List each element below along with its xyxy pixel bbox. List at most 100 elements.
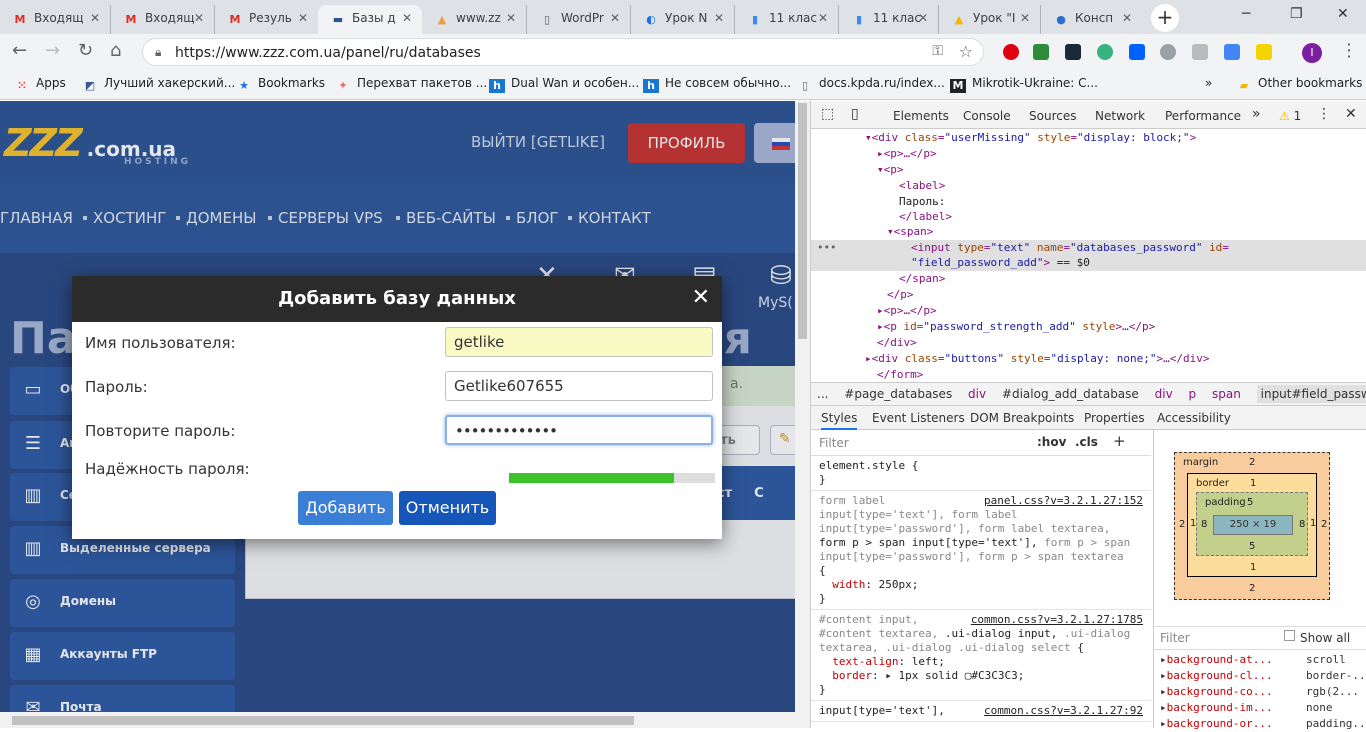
- close-tab-icon[interactable]: ✕: [90, 11, 100, 25]
- browser-tab[interactable]: M Входящ ✕: [110, 5, 214, 34]
- close-tab-icon[interactable]: ✕: [1122, 11, 1132, 25]
- style-rule[interactable]: common.css?v=3.2.1.27:1785 #content input…: [811, 610, 1151, 701]
- stylesheet-link[interactable]: common.css?v=3.2.1.27:92: [984, 704, 1143, 718]
- close-tab-icon[interactable]: ✕: [506, 11, 516, 25]
- breadcrumb-item[interactable]: div: [968, 387, 986, 401]
- dropbox-icon[interactable]: [1129, 44, 1145, 60]
- inspect-element-icon[interactable]: ⬚: [821, 106, 834, 122]
- hov-toggle[interactable]: :hov: [1037, 435, 1066, 449]
- close-tab-icon[interactable]: ✕: [714, 11, 724, 25]
- minimize-icon[interactable]: ─: [1242, 6, 1250, 22]
- style-rule[interactable]: element.style { }: [811, 456, 1151, 491]
- browser-tab[interactable]: M Входящ ✕: [0, 5, 110, 34]
- new-rule-icon[interactable]: +: [1113, 432, 1126, 450]
- computed-row[interactable]: ▸background-cl... border-...: [1160, 668, 1366, 684]
- browser-tab[interactable]: ▲ Урок "I ✕: [938, 5, 1040, 34]
- new-tab-button[interactable]: +: [1151, 4, 1179, 32]
- computed-filter[interactable]: Filter Show all: [1154, 626, 1366, 650]
- device-toolbar-icon[interactable]: ▯: [851, 106, 859, 122]
- breadcrumb-item[interactable]: span: [1212, 387, 1241, 401]
- close-tab-icon[interactable]: ✕: [918, 11, 928, 25]
- dom-node[interactable]: </span>: [811, 271, 1366, 286]
- back-icon[interactable]: ←: [12, 42, 27, 60]
- dom-node[interactable]: ▾<div class="userMissing" style="display…: [811, 130, 1366, 145]
- tab-network[interactable]: Network: [1095, 109, 1145, 123]
- page-horizontal-scrollbar[interactable]: [0, 712, 810, 728]
- browser-tab[interactable]: ▲ www.zz ✕: [422, 5, 526, 34]
- box-model-content[interactable]: 250 × 19: [1213, 515, 1293, 535]
- username-field[interactable]: getlike: [445, 327, 713, 357]
- dom-node[interactable]: ▾<p>: [811, 162, 1366, 177]
- box-model-margin[interactable]: margin 2 2 2 2 border 1 1 1 1 padding 5 …: [1174, 452, 1330, 600]
- style-rule[interactable]: panel.css?v=3.2.1.27:152 form label input…: [811, 491, 1151, 610]
- bookmark-item[interactable]: ◩ Лучший хакерский...: [82, 76, 235, 93]
- translate-icon[interactable]: [1224, 44, 1240, 60]
- stylesheet-link[interactable]: panel.css?v=3.2.1.27:152: [984, 494, 1143, 508]
- dom-node[interactable]: <label>: [811, 178, 1366, 193]
- lock-extension-icon[interactable]: [1033, 44, 1049, 60]
- add-button[interactable]: Добавить: [298, 491, 393, 525]
- close-tab-icon[interactable]: ✕: [610, 11, 620, 25]
- styles-filter[interactable]: Filter :hov .cls +: [811, 430, 1151, 456]
- browser-tab[interactable]: M Резуль ✕: [214, 5, 318, 34]
- dom-node[interactable]: ▾<span>: [811, 224, 1366, 239]
- dom-node[interactable]: </label>: [811, 209, 1366, 224]
- breadcrumb-item-current[interactable]: input#field_password_add: [1256, 385, 1366, 403]
- devtools-close-icon[interactable]: ✕: [1345, 106, 1357, 122]
- breadcrumb-item[interactable]: p: [1189, 387, 1197, 401]
- box-model-border[interactable]: border 1 1 1 1 padding 5 8 5 8 250 × 19: [1187, 473, 1317, 577]
- bookmark-item[interactable]: h Dual Wan и особен...: [489, 76, 639, 93]
- box-model-padding[interactable]: padding 5 8 5 8 250 × 19: [1196, 492, 1308, 556]
- breadcrumb-item[interactable]: #page_databases: [844, 387, 952, 401]
- tab-console[interactable]: Console: [963, 109, 1011, 123]
- bookmark-item[interactable]: ★ Bookmarks: [236, 76, 325, 93]
- more-bookmarks-icon[interactable]: »: [1205, 76, 1212, 90]
- cls-toggle[interactable]: .cls: [1075, 435, 1098, 449]
- browser-tab[interactable]: ● Консп ✕: [1040, 5, 1142, 34]
- tab-elements[interactable]: Elements: [893, 109, 949, 123]
- browser-tab[interactable]: ▮ 11 клас ✕: [734, 5, 838, 34]
- close-icon[interactable]: ✕: [692, 286, 710, 310]
- show-all-checkbox[interactable]: [1284, 630, 1295, 641]
- menu-icon[interactable]: ⋮: [1340, 42, 1358, 60]
- profile-avatar[interactable]: I: [1302, 43, 1322, 63]
- repeat-password-field[interactable]: •••••••••••••: [445, 415, 713, 445]
- dom-node[interactable]: </form>: [811, 367, 1366, 382]
- bookmark-item[interactable]: ▯ docs.kpda.ru/index...: [797, 76, 945, 93]
- close-tab-icon[interactable]: ✕: [402, 11, 412, 25]
- dom-node[interactable]: </p>: [811, 287, 1366, 302]
- more-tabs-icon[interactable]: »: [1252, 106, 1261, 122]
- notification-extension-icon[interactable]: [1256, 44, 1272, 60]
- address-bar[interactable]: 🔒︎ https://www.zzz.com.ua/panel/ru/datab…: [142, 38, 984, 66]
- reload-icon[interactable]: ↻: [78, 42, 93, 60]
- close-tab-icon[interactable]: ✕: [1020, 11, 1030, 25]
- style-rule[interactable]: common.css?v=3.2.1.27:92 input[type='text…: [811, 701, 1151, 722]
- extension-icon[interactable]: [1160, 44, 1176, 60]
- scrollbar-thumb[interactable]: [12, 716, 634, 725]
- extension-icon[interactable]: [1192, 44, 1208, 60]
- extension-icon[interactable]: [1065, 44, 1081, 60]
- scrollbar-thumb[interactable]: [798, 103, 807, 339]
- browser-tab[interactable]: ◐ Урок N ✕: [630, 5, 734, 34]
- subtab-styles[interactable]: Styles: [821, 411, 858, 430]
- bookmark-star-icon[interactable]: ☆: [959, 42, 973, 61]
- subtab-dom-breakpoints[interactable]: DOM Breakpoints: [970, 411, 1074, 425]
- browser-tab[interactable]: ▯ WordPr ✕: [526, 5, 630, 34]
- node-ellipsis-icon[interactable]: •••: [817, 241, 836, 254]
- other-bookmarks[interactable]: ▰ Other bookmarks: [1236, 76, 1363, 93]
- tab-sources[interactable]: Sources: [1029, 109, 1076, 123]
- warning-badge[interactable]: ⚠ 1: [1279, 109, 1301, 123]
- forward-icon[interactable]: →: [45, 42, 60, 60]
- page-vertical-scrollbar[interactable]: [795, 101, 810, 713]
- breadcrumb-item[interactable]: #dialog_add_database: [1002, 387, 1139, 401]
- bookmark-item[interactable]: h Не совсем обычно...: [643, 76, 791, 93]
- dom-node[interactable]: ▸<p>…</p>: [811, 146, 1366, 161]
- subtab-properties[interactable]: Properties: [1084, 411, 1145, 425]
- close-tab-icon[interactable]: ✕: [194, 11, 204, 25]
- dom-node[interactable]: ▸<div class="buttons" style="display: no…: [811, 351, 1366, 366]
- bookmark-item[interactable]: ⁙ Apps: [14, 76, 65, 93]
- vpn-extension-icon[interactable]: [1097, 44, 1113, 60]
- browser-tab-active[interactable]: ▬ Базы д ✕: [318, 5, 422, 34]
- subtab-event-listeners[interactable]: Event Listeners: [872, 411, 965, 425]
- bookmark-item[interactable]: ✦ Перехват пакетов ...: [335, 76, 487, 93]
